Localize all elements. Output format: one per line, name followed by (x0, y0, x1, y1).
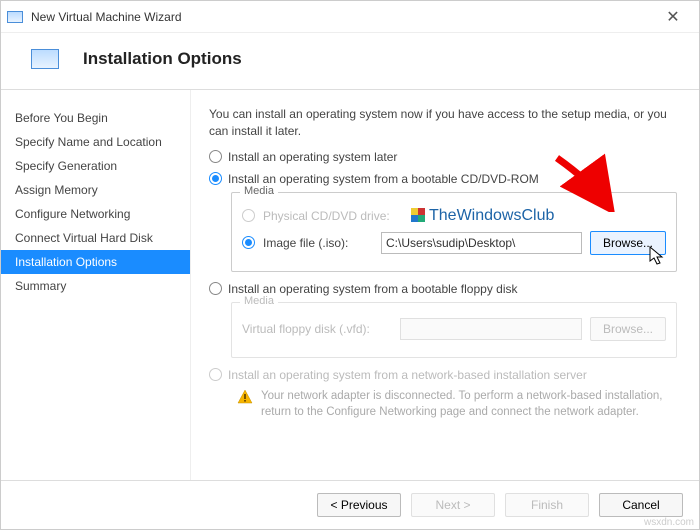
page-title: Installation Options (83, 49, 242, 69)
group-title: Media (240, 185, 278, 197)
radio-icon (242, 209, 255, 222)
wizard-body: Before You Begin Specify Name and Locati… (1, 90, 699, 480)
browse-button-disabled: Browse... (590, 317, 666, 341)
group-title: Media (240, 295, 278, 307)
media-group-floppy: Media Virtual floppy disk (.vfd): Browse… (231, 302, 677, 358)
network-warning: Your network adapter is disconnected. To… (237, 388, 677, 420)
physical-drive-label: Physical CD/DVD drive: (263, 209, 403, 223)
option-label: Install an operating system from a boota… (228, 282, 518, 296)
cancel-button[interactable]: Cancel (599, 493, 683, 517)
option-label: Install an operating system from a netwo… (228, 368, 587, 382)
next-button: Next > (411, 493, 495, 517)
app-icon (7, 11, 23, 23)
radio-icon[interactable] (242, 236, 255, 249)
sidebar-item-before-you-begin[interactable]: Before You Begin (1, 106, 190, 130)
sidebar-item-assign-memory[interactable]: Assign Memory (1, 178, 190, 202)
vfd-input (400, 318, 582, 340)
brand-watermark: TheWindowsClub (411, 207, 554, 225)
intro-text: You can install an operating system now … (209, 106, 681, 140)
radio-icon (209, 150, 222, 163)
radio-icon (209, 368, 222, 381)
option-install-floppy[interactable]: Install an operating system from a boota… (209, 282, 681, 296)
media-group-cd: Media Physical CD/DVD drive: TheWindowsC… (231, 192, 677, 272)
finish-button: Finish (505, 493, 589, 517)
warning-text: Your network adapter is disconnected. To… (261, 388, 677, 420)
sidebar-item-connect-vhd[interactable]: Connect Virtual Hard Disk (1, 226, 190, 250)
vfd-label: Virtual floppy disk (.vfd): (242, 322, 392, 336)
sidebar-item-specify-name[interactable]: Specify Name and Location (1, 130, 190, 154)
content-pane: You can install an operating system now … (191, 90, 699, 480)
wizard-header: Installation Options (1, 33, 699, 89)
warning-icon (237, 389, 253, 420)
vfd-row: Virtual floppy disk (.vfd): Browse... (242, 317, 666, 341)
physical-drive-row: Physical CD/DVD drive: TheWindowsClub (242, 207, 666, 225)
previous-button[interactable]: < Previous (317, 493, 401, 517)
sidebar-item-configure-networking[interactable]: Configure Networking (1, 202, 190, 226)
sidebar: Before You Begin Specify Name and Locati… (1, 90, 191, 480)
close-icon[interactable]: ✕ (653, 7, 693, 27)
sidebar-item-summary[interactable]: Summary (1, 274, 190, 298)
titlebar: New Virtual Machine Wizard ✕ (1, 1, 699, 33)
image-file-input[interactable] (381, 232, 582, 254)
wizard-icon (31, 49, 59, 69)
option-label: Install an operating system later (228, 150, 397, 164)
wizard-footer: < Previous Next > Finish Cancel (1, 480, 699, 529)
option-install-cd[interactable]: Install an operating system from a boota… (209, 172, 681, 186)
window-title: New Virtual Machine Wizard (31, 10, 653, 24)
image-watermark: wsxdn.com (644, 517, 694, 528)
image-file-row: Image file (.iso): Browse... (242, 231, 666, 255)
radio-icon (209, 282, 222, 295)
sidebar-item-specify-generation[interactable]: Specify Generation (1, 154, 190, 178)
option-install-later[interactable]: Install an operating system later (209, 150, 681, 164)
radio-icon (209, 172, 222, 185)
sidebar-item-installation-options[interactable]: Installation Options (1, 250, 190, 274)
browse-button[interactable]: Browse... (590, 231, 666, 255)
option-label: Install an operating system from a boota… (228, 172, 539, 186)
option-install-network: Install an operating system from a netwo… (209, 368, 681, 382)
brand-logo-icon (411, 208, 425, 222)
image-file-label: Image file (.iso): (263, 236, 373, 250)
wizard-window: New Virtual Machine Wizard ✕ Installatio… (0, 0, 700, 530)
